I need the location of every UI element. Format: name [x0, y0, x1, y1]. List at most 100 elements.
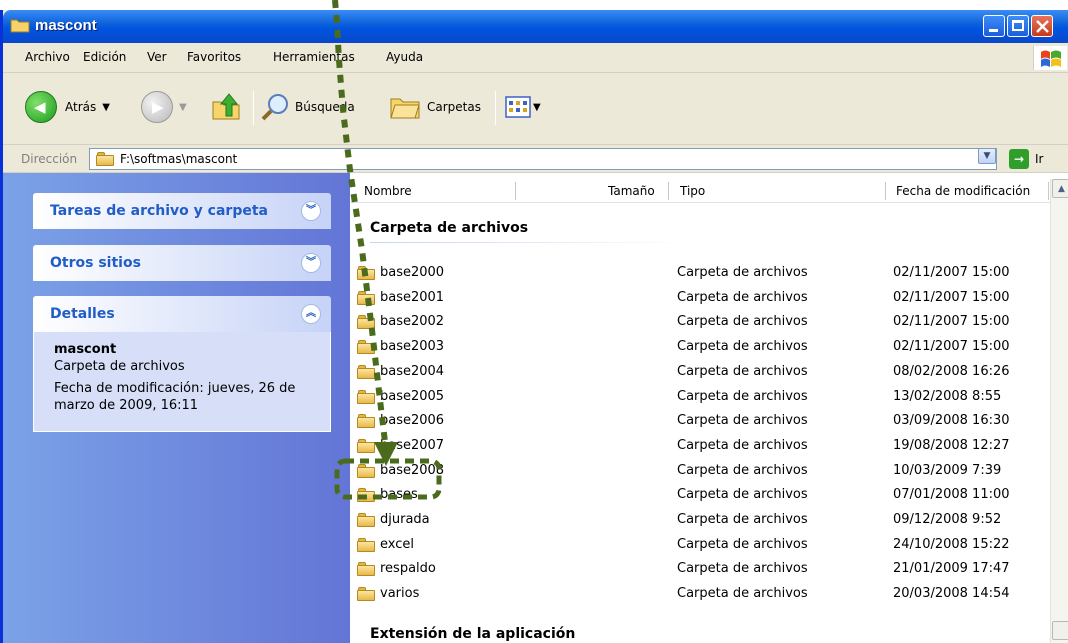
table-row[interactable]: base2007 Carpeta de archivos 19/08/2008 12… [350, 434, 1050, 459]
search-label: Búsqueda [295, 100, 355, 114]
file-name: base2004 [380, 363, 445, 379]
menu-ayuda[interactable]: Ayuda [386, 50, 423, 64]
views-icon [505, 96, 531, 118]
views-button[interactable]: ▼ [505, 83, 541, 131]
windows-logo [1033, 46, 1067, 70]
column-date[interactable]: Fecha de modificación [896, 184, 1030, 198]
table-row[interactable]: base2000 Carpeta de archivos 02/11/2007 15… [350, 261, 1050, 286]
chevron-down-icon[interactable]: ︾ [301, 253, 321, 273]
other-places-header[interactable]: Otros sitios ︾ [33, 245, 331, 281]
other-places-group: Otros sitios ︾ [33, 245, 331, 281]
file-name: varios [380, 586, 420, 602]
file-type: Carpeta de archivos [677, 512, 808, 527]
vertical-scrollbar[interactable]: ▲ [1050, 179, 1068, 643]
menu-ver[interactable]: Ver [147, 50, 167, 64]
folder-icon [357, 513, 375, 527]
go-arrow-icon: → [1009, 149, 1029, 169]
file-name: base2002 [380, 314, 445, 330]
table-row[interactable]: base2005 Carpeta de archivos 13/02/2008 8:… [350, 385, 1050, 410]
go-label: Ir [1035, 152, 1044, 166]
close-icon [1036, 20, 1049, 33]
file-date: 02/11/2007 15:00 [893, 314, 1010, 330]
folders-button[interactable]: Carpetas [389, 83, 481, 131]
forward-arrow-icon: ▶ [141, 91, 173, 123]
folder-icon [357, 414, 375, 429]
folder-icon [357, 537, 375, 552]
table-row[interactable]: excel Carpeta de archivos 24/10/2008 15:22 [350, 533, 1050, 558]
scroll-down-button[interactable] [1052, 621, 1068, 640]
back-label: Atrás [65, 100, 97, 114]
menu-favoritos[interactable]: Favoritos [187, 50, 241, 64]
chevron-up-icon[interactable]: ︽ [301, 304, 321, 324]
title-bar[interactable]: mascont [3, 10, 1068, 43]
other-places-title: Otros sitios [50, 255, 141, 271]
file-type: Carpeta de archivos [677, 388, 808, 404]
file-type: Carpeta de archivos [677, 586, 808, 602]
chevron-down-icon[interactable]: ▼ [102, 102, 110, 113]
task-pane: Tareas de archivo y carpeta ︾ Otros siti… [3, 173, 350, 643]
chevron-down-icon[interactable]: ▼ [179, 102, 187, 113]
tasks-title: Tareas de archivo y carpeta [50, 203, 268, 219]
folder-icon [357, 562, 375, 577]
chevron-down-icon[interactable]: ︾ [301, 201, 321, 221]
file-date: 24/10/2008 15:22 [893, 536, 1010, 552]
forward-button[interactable]: ▶ ▼ [141, 83, 187, 131]
table-row[interactable]: bases Carpeta de archivos 07/01/2008 11:00 [350, 483, 1050, 508]
file-type: Carpeta de archivos [677, 437, 808, 453]
search-button[interactable]: Búsqueda [261, 83, 355, 131]
table-row[interactable]: base2002 Carpeta de archivos 02/11/2007 15… [350, 310, 1050, 335]
toolbar: ◀ Atrás ▼ ▶ ▼ Búsqueda Carpetas ▼ [3, 73, 1068, 145]
menu-herramientas[interactable]: Herramientas [273, 50, 355, 64]
close-button[interactable] [1031, 15, 1053, 37]
folder-icon [96, 152, 114, 166]
column-name[interactable]: Nombre [364, 184, 412, 198]
folders-label: Carpetas [427, 100, 481, 114]
table-row[interactable]: djurada Carpeta de archivos 09/12/2008 9:5… [350, 508, 1050, 533]
file-name: bases [380, 487, 418, 503]
window-title: mascont [35, 17, 97, 34]
up-folder-button[interactable] [211, 83, 241, 131]
file-list: Nombre Tamaño Tipo Fecha de modificación… [350, 173, 1068, 643]
tasks-header[interactable]: Tareas de archivo y carpeta ︾ [33, 193, 331, 229]
table-row[interactable]: base2003 Carpeta de archivos 02/11/2007 15… [350, 335, 1050, 360]
menu-edicion[interactable]: Edición [83, 50, 126, 64]
minimize-button[interactable] [983, 15, 1005, 37]
chevron-down-icon[interactable]: ▼ [533, 102, 541, 113]
maximize-button[interactable] [1007, 15, 1029, 37]
go-button[interactable]: → Ir [1009, 149, 1043, 169]
column-type[interactable]: Tipo [680, 184, 705, 198]
details-name: mascont [54, 342, 117, 357]
table-row[interactable]: varios Carpeta de archivos 20/03/2008 14:5… [350, 582, 1050, 607]
file-date: 21/01/2009 17:47 [893, 561, 1010, 577]
table-row[interactable]: base2004 Carpeta de archivos 08/02/2008 16… [350, 360, 1050, 385]
back-button[interactable]: ◀ Atrás ▼ [25, 83, 110, 131]
column-size[interactable]: Tamaño [608, 184, 655, 198]
table-row[interactable]: base2006 Carpeta de archivos 03/09/2008 16… [350, 409, 1050, 434]
details-header[interactable]: Detalles ︽ [33, 296, 331, 332]
folder-icon [357, 488, 375, 503]
file-date: 02/11/2007 15:00 [893, 339, 1010, 355]
group-header-apps: Extensión de la aplicación [370, 626, 576, 642]
folder-icon [357, 463, 375, 478]
file-name: base2008 [380, 462, 445, 478]
file-type: Carpeta de archivos [677, 462, 808, 478]
folder-icon [357, 315, 375, 330]
table-row[interactable]: base2001 Carpeta de archivos 02/11/2007 15… [350, 286, 1050, 311]
menu-archivo[interactable]: Archivo [25, 50, 70, 64]
file-name: base2007 [380, 437, 445, 453]
file-name: respaldo [380, 561, 436, 577]
table-row[interactable]: respaldo Carpeta de archivos 21/01/2009 17… [350, 557, 1050, 582]
details-group: Detalles ︽ mascont Carpeta de archivos F… [33, 296, 331, 432]
windows-flag-icon [1041, 50, 1061, 67]
table-row[interactable]: base2008 Carpeta de archivos 10/03/2009 7:… [350, 459, 1050, 484]
details-title: Detalles [50, 306, 115, 322]
column-header: Nombre Tamaño Tipo Fecha de modificación [350, 179, 1050, 203]
address-dropdown-button[interactable]: ▼ [978, 148, 996, 164]
file-type: Carpeta de archivos [677, 339, 808, 355]
details-modified: Fecha de modificación: jueves, 26 de mar… [54, 381, 296, 413]
details-type: Carpeta de archivos [54, 359, 185, 374]
address-input[interactable]: F:\softmas\mascont [89, 148, 997, 170]
file-type: Carpeta de archivos [677, 413, 808, 429]
scroll-up-button[interactable]: ▲ [1052, 179, 1068, 198]
file-date: 10/03/2009 7:39 [893, 462, 1002, 478]
